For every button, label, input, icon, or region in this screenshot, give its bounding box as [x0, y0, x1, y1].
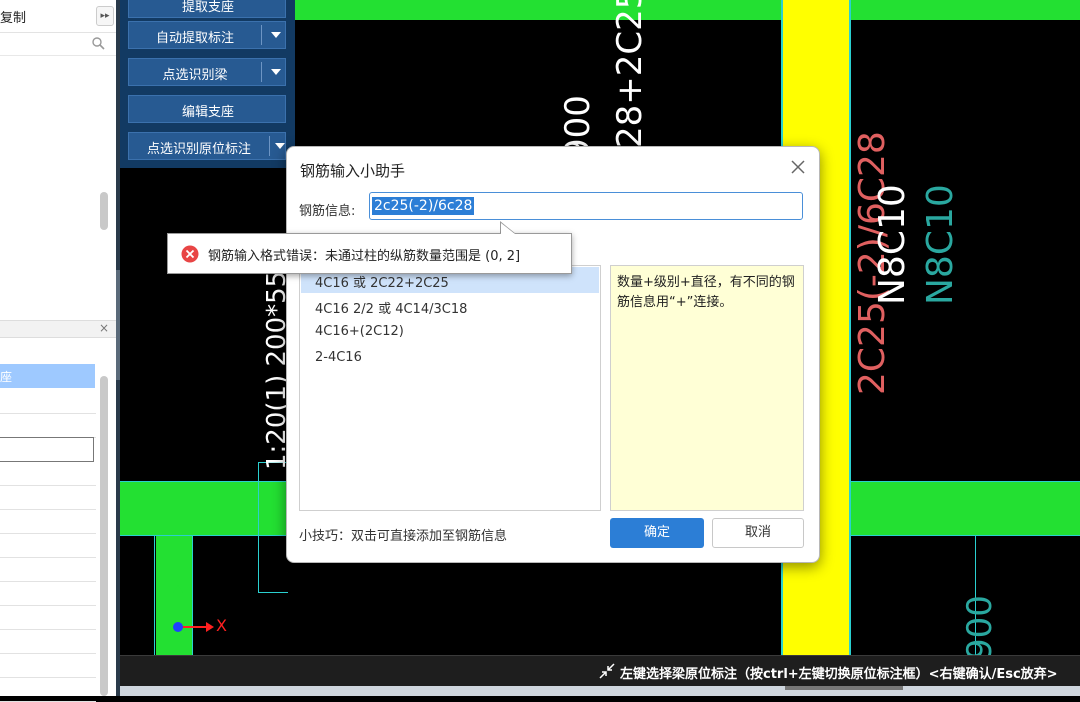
ok-button[interactable]: 确定: [610, 518, 704, 548]
table-row[interactable]: [0, 557, 96, 582]
table-row[interactable]: [0, 461, 96, 486]
rebar-info-value: 2c25(-2)/6c28: [372, 197, 475, 215]
panel-scrollbar[interactable]: [100, 192, 108, 230]
close-icon[interactable]: ×: [99, 321, 109, 335]
chevron-down-icon[interactable]: [275, 143, 285, 149]
scrollbar-thumb[interactable]: [785, 686, 903, 690]
annotation-stirrup[interactable]: N8C10: [872, 184, 913, 305]
rebar-info-input[interactable]: 2c25(-2)/6c28: [369, 192, 803, 220]
tooltip-pointer-fill: [501, 223, 515, 234]
left-panel: 复制 ▸▸ × 座: [0, 0, 116, 702]
beam-outline: [849, 0, 851, 655]
table-row[interactable]: [0, 485, 96, 510]
table-row[interactable]: [0, 677, 96, 702]
beam-top: [294, 0, 1080, 20]
rebar-info-label: 钢筋信息:: [299, 204, 356, 219]
leader-line: [258, 462, 259, 592]
hint-text: 数量+级别+直径，有不同的钢筋信息用“+”连接。: [617, 275, 795, 310]
collapse-button[interactable]: ▸▸: [96, 6, 114, 26]
annotation-stirrup-alt[interactable]: N8C10: [920, 184, 961, 305]
horizontal-scrollbar[interactable]: [120, 686, 1080, 696]
annotation-bottom[interactable]: 900: [960, 595, 1000, 655]
chevron-down-icon[interactable]: [271, 69, 281, 75]
status-text: 左键选择梁原位标注（按ctrl+左键切换原位标注框）<右键确认/Esc放弃>: [620, 667, 1058, 682]
copy-label[interactable]: 复制: [0, 7, 26, 26]
error-message: 钢筋输入格式错误：未通过柱的纵筋数量范围是 (0, 2]: [208, 249, 521, 264]
annotation-top[interactable]: 28+2C25: [610, 0, 650, 148]
beam-outline: [851, 535, 1080, 536]
list-item[interactable]: 4C16+(2C12): [301, 319, 599, 345]
chevron-down-icon[interactable]: [271, 32, 281, 38]
cursor-pick-icon: [599, 663, 615, 679]
dialog-title: 钢筋输入小助手: [300, 162, 406, 180]
table-row[interactable]: [0, 389, 96, 414]
pick-identify-inplace-button[interactable]: 点选识别原位标注: [128, 132, 286, 160]
table-row[interactable]: [0, 509, 96, 534]
table-row[interactable]: [0, 605, 96, 630]
search-icon[interactable]: [91, 36, 105, 50]
table-row[interactable]: [0, 629, 96, 654]
axis-x-label: X: [216, 616, 227, 635]
rebar-input-dialog: 钢筋输入小助手 钢筋信息: 2c25(-2)/6c28 4C16 或 2C22+…: [286, 146, 820, 563]
edit-support-button[interactable]: 编辑支座: [128, 95, 286, 123]
command-toolbar: 提取支座 自动提取标注 点选识别梁 编辑支座 点选识别原位标注: [120, 0, 295, 168]
beam-outline: [851, 481, 1080, 482]
cancel-button[interactable]: 取消: [712, 518, 804, 548]
tip-text: 小技巧：双击可直接添加至钢筋信息: [299, 529, 508, 544]
table-row[interactable]: [0, 653, 96, 678]
list-item[interactable]: 4C16 2/2 或 4C14/3C18: [301, 293, 599, 319]
table-row[interactable]: [0, 413, 96, 438]
example-list[interactable]: 4C16 或 2C22+2C25 4C16 2/2 或 4C14/3C18 4C…: [299, 265, 601, 511]
table-row[interactable]: [0, 533, 96, 558]
error-icon: [181, 245, 199, 263]
error-tooltip: 钢筋输入格式错误：未通过柱的纵筋数量范围是 (0, 2]: [167, 233, 572, 274]
auto-extract-annotation-button[interactable]: 自动提取标注: [128, 21, 286, 49]
close-icon[interactable]: [788, 157, 808, 177]
extract-support-button[interactable]: 提取支座: [128, 0, 286, 18]
table-cell: 座: [0, 370, 13, 384]
column-outline: [154, 535, 155, 655]
table-scrollbar[interactable]: [100, 376, 108, 696]
hint-box: 数量+级别+直径，有不同的钢筋信息用“+”连接。: [610, 265, 804, 511]
panel-header: 复制 ▸▸: [0, 0, 116, 33]
search-input[interactable]: [0, 33, 116, 56]
table-row-editing[interactable]: [0, 437, 94, 462]
pick-identify-beam-button[interactable]: 点选识别梁: [128, 58, 286, 86]
table-row-selected[interactable]: 座: [0, 364, 95, 388]
table-row[interactable]: [0, 581, 96, 606]
leader-line: [258, 592, 288, 593]
list-item[interactable]: 2-4C16: [301, 345, 599, 371]
panel-divider: ×: [0, 320, 116, 338]
status-bar: 左键选择梁原位标注（按ctrl+左键切换原位标注框）<右键确认/Esc放弃>: [120, 655, 1080, 687]
